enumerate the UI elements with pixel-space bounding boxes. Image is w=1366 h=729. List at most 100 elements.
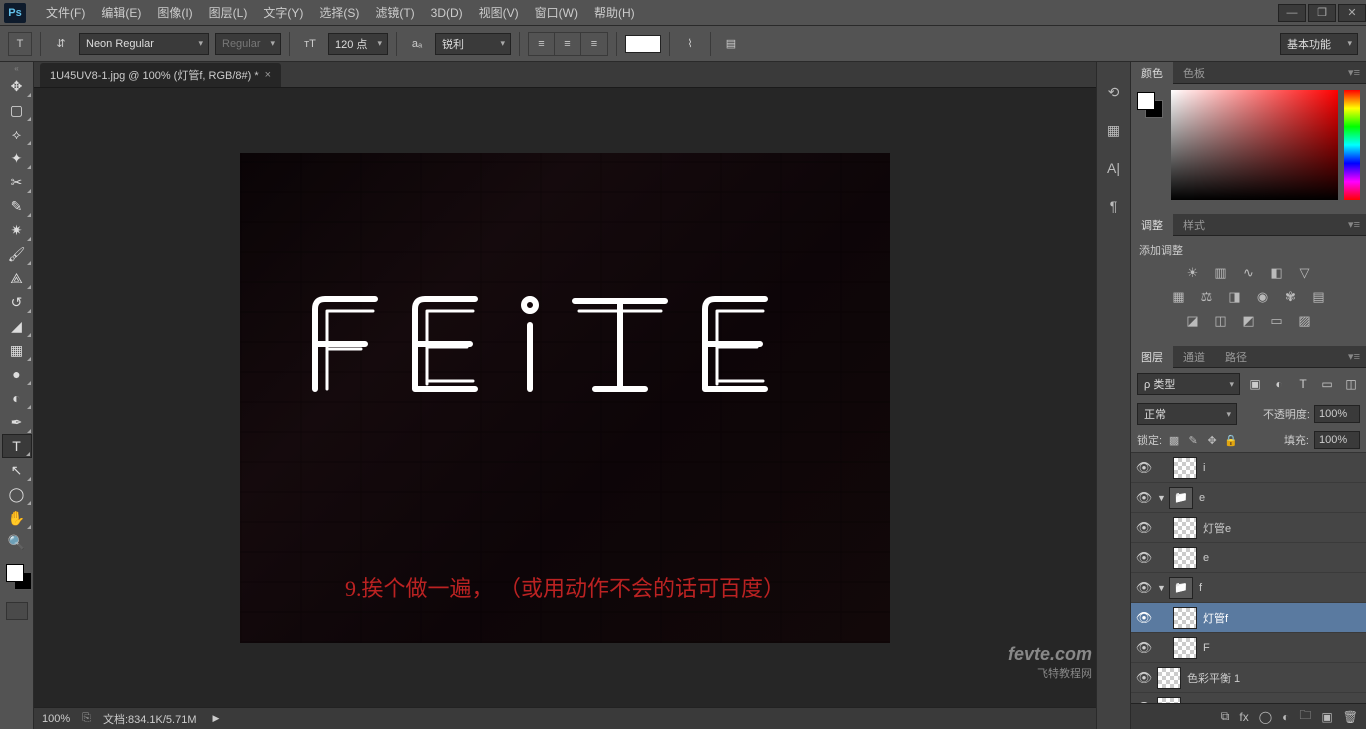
zoom-level[interactable]: 100% xyxy=(42,713,70,725)
brush-tool[interactable]: 🖌 xyxy=(2,242,32,266)
menu-select[interactable]: 选择(S) xyxy=(311,0,367,25)
lut-icon[interactable]: ▤ xyxy=(1310,288,1328,306)
lock-position-icon[interactable]: ✥ xyxy=(1205,433,1219,447)
blend-mode-dropdown[interactable]: 正常 xyxy=(1137,403,1237,425)
crop-tool[interactable]: ✂ xyxy=(2,170,32,194)
align-right-button[interactable]: ≡ xyxy=(581,33,607,55)
vibrance-icon[interactable]: ▽ xyxy=(1296,264,1314,282)
color-tools[interactable] xyxy=(0,560,33,598)
menu-view[interactable]: 视图(V) xyxy=(471,0,527,25)
restore-button[interactable]: ❐ xyxy=(1308,4,1336,22)
layer-list[interactable]: 👁i👁▼e👁灯管e👁e👁▼f👁灯管f👁F👁色彩平衡 1👁图层 0 xyxy=(1131,453,1366,703)
layer-name[interactable]: e xyxy=(1203,552,1209,564)
group-arrow-icon[interactable]: ▼ xyxy=(1157,493,1169,503)
color-balance-icon[interactable]: ⚖ xyxy=(1198,288,1216,306)
layer-name[interactable]: f xyxy=(1199,582,1202,594)
layer-name[interactable]: F xyxy=(1203,642,1210,654)
invert-icon[interactable]: ◪ xyxy=(1184,312,1202,330)
layer-row[interactable]: 👁 灯管e xyxy=(1131,513,1366,543)
visibility-toggle[interactable]: 👁 xyxy=(1131,670,1157,686)
layer-name[interactable]: i xyxy=(1203,462,1205,474)
hand-tool[interactable]: ✋ xyxy=(2,506,32,530)
character-panel-icon[interactable]: A| xyxy=(1104,158,1124,178)
posterize-icon[interactable]: ◫ xyxy=(1212,312,1230,330)
lock-transparent-icon[interactable]: ▩ xyxy=(1167,433,1181,447)
healing-tool[interactable]: ✷ xyxy=(2,218,32,242)
filter-pixel-icon[interactable]: ▣ xyxy=(1246,375,1264,393)
menu-layer[interactable]: 图层(L) xyxy=(201,0,256,25)
layer-name[interactable]: 色彩平衡 1 xyxy=(1187,670,1240,686)
history-brush-tool[interactable]: ↺ xyxy=(2,290,32,314)
stamp-tool[interactable]: ⟁ xyxy=(2,266,32,290)
text-orientation-icon[interactable]: ⇵ xyxy=(49,32,73,56)
visibility-toggle[interactable]: 👁 xyxy=(1131,460,1157,476)
character-panel-icon[interactable]: ▤ xyxy=(719,32,743,56)
tab-layers[interactable]: 图层 xyxy=(1131,346,1173,368)
exposure-icon[interactable]: ◧ xyxy=(1268,264,1286,282)
menu-filter[interactable]: 滤镜(T) xyxy=(367,0,422,25)
fill-input[interactable]: 100% xyxy=(1314,431,1360,449)
text-color-swatch[interactable] xyxy=(625,35,661,53)
expose-icon[interactable]: ⎘ xyxy=(82,712,91,725)
layer-row[interactable]: 👁▼e xyxy=(1131,483,1366,513)
panel-menu-icon[interactable]: ▾≡ xyxy=(1342,350,1366,363)
paragraph-panel-icon[interactable]: ¶ xyxy=(1104,196,1124,216)
tab-styles[interactable]: 样式 xyxy=(1173,214,1215,236)
layer-row[interactable]: 👁灯管f xyxy=(1131,603,1366,633)
menu-image[interactable]: 图像(I) xyxy=(149,0,200,25)
layer-kind-dropdown[interactable]: ρ 类型 xyxy=(1137,373,1240,395)
quick-select-tool[interactable]: ✦ xyxy=(2,146,32,170)
align-center-button[interactable]: ≡ xyxy=(555,33,581,55)
document-tab[interactable]: 1U45UV8-1.jpg @ 100% (灯管f, RGB/8#) * × xyxy=(40,63,281,87)
fg-swatch[interactable] xyxy=(1137,92,1155,110)
layer-name[interactable]: e xyxy=(1199,492,1205,504)
channel-mixer-icon[interactable]: ✾ xyxy=(1282,288,1300,306)
marquee-tool[interactable]: ▢ xyxy=(2,98,32,122)
filter-type-icon[interactable]: T xyxy=(1294,375,1312,393)
filter-shape-icon[interactable]: ▭ xyxy=(1318,375,1336,393)
new-layer-icon[interactable]: ▣ xyxy=(1321,710,1332,724)
status-menu-icon[interactable]: ▶ xyxy=(213,713,220,724)
selective-color-icon[interactable]: ▨ xyxy=(1296,312,1314,330)
layer-row[interactable]: 👁图层 0 xyxy=(1131,693,1366,703)
photo-filter-icon[interactable]: ◉ xyxy=(1254,288,1272,306)
gradient-map-icon[interactable]: ▭ xyxy=(1268,312,1286,330)
delete-layer-icon[interactable]: 🗑 xyxy=(1343,710,1358,724)
color-field[interactable] xyxy=(1171,90,1338,200)
history-panel-icon[interactable]: ⟲ xyxy=(1104,82,1124,102)
zoom-tool[interactable]: 🔍 xyxy=(2,530,32,554)
workspace-dropdown[interactable]: 基本功能 xyxy=(1280,33,1358,55)
lasso-tool[interactable]: ⟡ xyxy=(2,122,32,146)
layer-mask-icon[interactable]: ◯ xyxy=(1259,710,1272,724)
minimize-button[interactable]: — xyxy=(1278,4,1306,22)
font-size-dropdown[interactable]: 120 点 xyxy=(328,33,388,55)
color-boxes[interactable] xyxy=(1137,90,1165,208)
tab-color[interactable]: 颜色 xyxy=(1131,62,1173,84)
layer-row[interactable]: 👁i xyxy=(1131,453,1366,483)
bw-icon[interactable]: ◨ xyxy=(1226,288,1244,306)
levels-icon[interactable]: ▥ xyxy=(1212,264,1230,282)
layer-row[interactable]: 👁 色彩平衡 1 xyxy=(1131,663,1366,693)
new-group-icon[interactable]: 🗀 xyxy=(1299,706,1311,727)
canvas-viewport[interactable]: 9.挨个做一遍， （或用动作不会的话可百度） fevte.com 飞特教程网 xyxy=(34,88,1096,707)
font-style-dropdown[interactable]: Regular xyxy=(215,33,281,55)
opacity-input[interactable]: 100% xyxy=(1314,405,1360,423)
tab-paths[interactable]: 路径 xyxy=(1215,346,1257,368)
layer-name[interactable]: 灯管f xyxy=(1203,610,1228,626)
menu-file[interactable]: 文件(F) xyxy=(38,0,93,25)
close-button[interactable]: ✕ xyxy=(1338,4,1366,22)
adjustment-layer-icon[interactable]: ◐ xyxy=(1282,710,1289,724)
menu-help[interactable]: 帮助(H) xyxy=(586,0,643,25)
move-tool[interactable]: ✥ xyxy=(2,74,32,98)
layer-name[interactable]: 灯管e xyxy=(1203,520,1231,536)
warp-text-icon[interactable]: ⌇ xyxy=(678,32,702,56)
collapse-toolbar-icon[interactable]: « xyxy=(0,64,33,74)
visibility-toggle[interactable]: 👁 xyxy=(1131,640,1157,656)
link-layers-icon[interactable]: ⧉ xyxy=(1221,709,1230,724)
tab-swatches[interactable]: 色板 xyxy=(1173,62,1215,84)
pen-tool[interactable]: ✒ xyxy=(2,410,32,434)
tab-channels[interactable]: 通道 xyxy=(1173,346,1215,368)
visibility-toggle[interactable]: 👁 xyxy=(1131,580,1157,596)
visibility-toggle[interactable]: 👁 xyxy=(1131,520,1157,536)
filter-adjust-icon[interactable]: ◐ xyxy=(1270,375,1288,393)
